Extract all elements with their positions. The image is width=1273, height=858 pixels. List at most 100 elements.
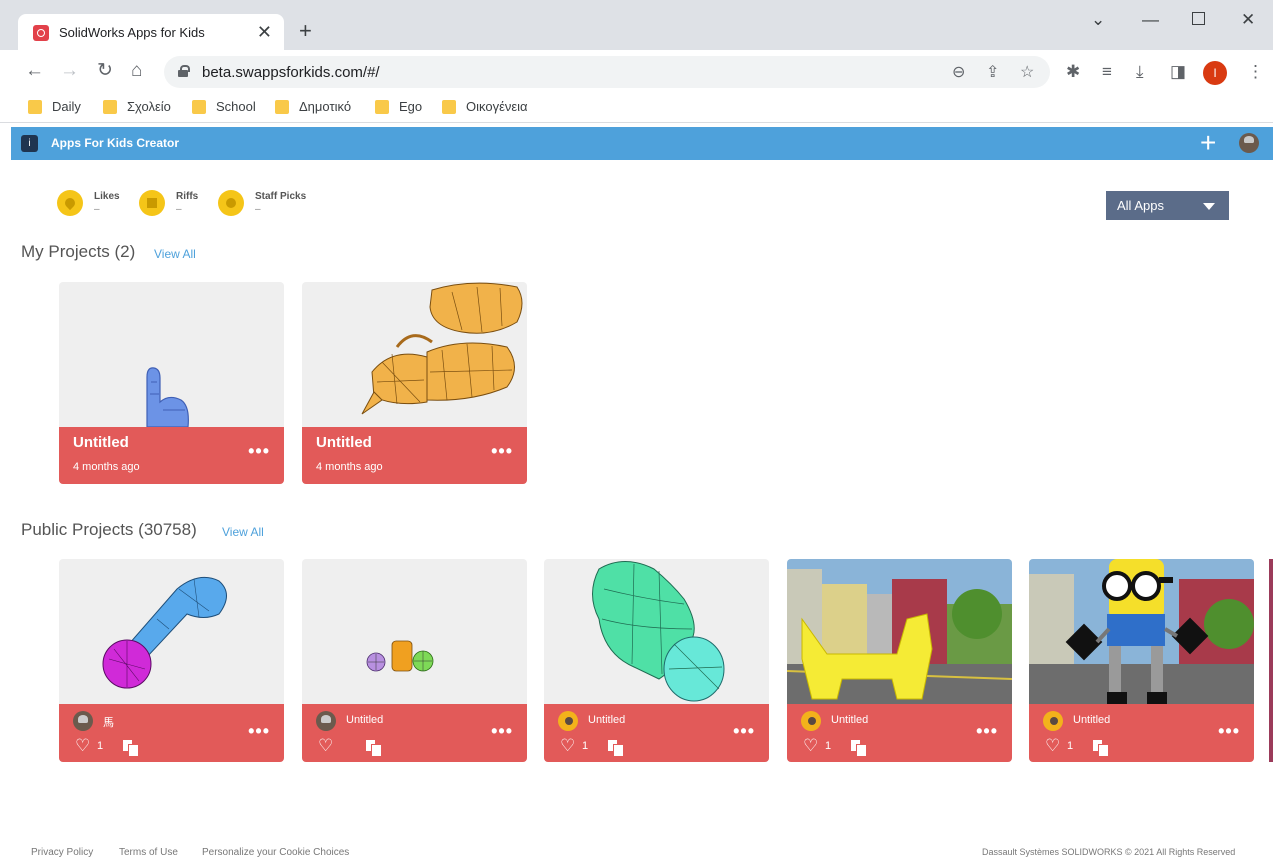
project-title[interactable]: 馬 — [103, 714, 114, 730]
cookie-choices-link[interactable]: Personalize your Cookie Choices — [202, 847, 349, 858]
my-project-card[interactable]: Untitled 4 months ago ••• — [302, 282, 527, 484]
privacy-policy-link[interactable]: Privacy Policy — [31, 847, 93, 858]
heart-icon[interactable]: ♡ — [1045, 737, 1060, 754]
heart-icon[interactable]: ♡ — [318, 737, 333, 754]
project-thumbnail — [59, 282, 284, 427]
tab-title: SolidWorks Apps for Kids — [59, 25, 205, 40]
bookmark-star-icon[interactable]: ☆ — [1020, 62, 1034, 82]
project-title[interactable]: Untitled — [73, 434, 129, 451]
zoom-icon[interactable]: ⊖ — [952, 62, 965, 82]
heart-icon[interactable]: ♡ — [75, 737, 90, 754]
folder-icon — [103, 99, 117, 114]
folder-icon — [375, 99, 389, 114]
forward-icon[interactable]: → — [60, 61, 79, 81]
tab-search-chevron-icon[interactable]: ⌄ — [1091, 10, 1105, 30]
card-footer: Untitled ♡ 1 ••• — [1029, 704, 1254, 762]
maximize-icon[interactable] — [1192, 12, 1205, 25]
browser-titlebar: SolidWorks Apps for Kids ✕ + ⌄ — ✕ — [0, 0, 1273, 50]
browser-tab[interactable]: SolidWorks Apps for Kids ✕ — [18, 14, 284, 50]
bookmark-folder[interactable]: Οικογένεια — [442, 99, 528, 114]
bookmark-folder[interactable]: Σχολείο — [103, 99, 171, 114]
copyright-text: Dassault Systèmes SOLIDWORKS © 2021 All … — [982, 847, 1236, 857]
new-tab-icon[interactable]: + — [299, 20, 312, 42]
public-project-card[interactable]: Untitled ♡ ••• — [302, 559, 527, 762]
author-avatar[interactable] — [1043, 711, 1063, 731]
public-projects-title: Public Projects (30758) — [21, 520, 197, 539]
project-thumbnail — [302, 559, 527, 704]
more-options-icon[interactable]: ••• — [733, 721, 755, 742]
app-filter-dropdown[interactable]: All Apps — [1106, 191, 1229, 220]
author-avatar[interactable] — [316, 711, 336, 731]
project-thumbnail — [544, 559, 769, 704]
bookmark-folder[interactable]: School — [192, 99, 256, 114]
more-options-icon[interactable]: ••• — [976, 721, 998, 742]
bookmark-folder[interactable]: Δημοτικό — [275, 99, 351, 114]
project-date: 4 months ago — [73, 461, 140, 473]
author-avatar[interactable] — [801, 711, 821, 731]
url-text: beta.swappsforkids.com/#/ — [202, 64, 380, 81]
my-project-card[interactable]: Untitled 4 months ago ••• — [59, 282, 284, 484]
reload-icon[interactable]: ↻ — [97, 61, 113, 81]
lock-icon — [178, 65, 190, 77]
author-avatar[interactable] — [558, 711, 578, 731]
public-project-card[interactable]: 馬 ♡ 1 ••• — [59, 559, 284, 762]
side-panel-icon[interactable]: ◨ — [1170, 62, 1186, 82]
more-options-icon[interactable]: ••• — [491, 441, 513, 462]
public-project-card[interactable]: Untitled ♡ 1 ••• — [544, 559, 769, 762]
window-close-icon[interactable]: ✕ — [1241, 10, 1255, 30]
riff-copy-icon[interactable] — [366, 740, 382, 756]
download-icon[interactable]: ⤓ — [1136, 62, 1144, 82]
folder-icon — [28, 99, 42, 114]
app-logo-icon[interactable]: i — [21, 135, 38, 152]
project-date: 4 months ago — [316, 461, 383, 473]
public-project-card[interactable]: Untitled ♡ 1 ••• — [787, 559, 1012, 762]
card-footer: Untitled 4 months ago ••• — [302, 427, 527, 484]
public-projects-view-all-link[interactable]: View All — [222, 525, 264, 539]
riff-copy-icon[interactable] — [123, 740, 139, 756]
minimize-icon[interactable]: — — [1142, 10, 1159, 30]
media-queue-icon[interactable]: ≡ — [1102, 62, 1112, 82]
more-options-icon[interactable]: ••• — [1218, 721, 1240, 742]
menu-kebab-icon[interactable]: ⋮ — [1247, 62, 1264, 82]
bookmarks-bar: Daily Σχολείο School Δημοτικό Ego Οικογέ… — [0, 94, 1273, 123]
card-footer: Untitled ♡ ••• — [302, 704, 527, 762]
more-options-icon[interactable]: ••• — [248, 721, 270, 742]
bookmark-folder[interactable]: Ego — [375, 99, 422, 114]
home-icon[interactable]: ⌂ — [131, 61, 142, 81]
author-avatar[interactable] — [73, 711, 93, 731]
more-options-icon[interactable]: ••• — [491, 721, 513, 742]
profile-avatar[interactable]: I — [1203, 61, 1227, 85]
folder-icon — [192, 99, 206, 114]
project-title[interactable]: Untitled — [831, 714, 868, 726]
heart-icon[interactable]: ♡ — [560, 737, 575, 754]
project-title[interactable]: Untitled — [1073, 714, 1110, 726]
riff-copy-icon — [139, 190, 165, 216]
terms-of-use-link[interactable]: Terms of Use — [119, 847, 178, 858]
project-title[interactable]: Untitled — [346, 714, 383, 726]
project-thumbnail — [59, 559, 284, 704]
create-project-plus-icon[interactable]: + — [1200, 128, 1216, 158]
riff-copy-icon[interactable] — [608, 740, 624, 756]
project-title[interactable]: Untitled — [316, 434, 372, 451]
project-thumbnail — [787, 559, 1012, 704]
address-bar[interactable]: beta.swappsforkids.com/#/ ⊖ ⇪ ☆ — [164, 56, 1050, 88]
more-options-icon[interactable]: ••• — [248, 441, 270, 462]
like-count: 1 — [582, 740, 589, 752]
tab-close-icon[interactable]: ✕ — [257, 22, 272, 43]
my-projects-view-all-link[interactable]: View All — [154, 247, 196, 261]
bookmark-folder[interactable]: Daily — [28, 99, 81, 114]
public-project-card[interactable]: Untitled ♡ 1 ••• — [1029, 559, 1254, 762]
user-avatar[interactable] — [1239, 133, 1259, 153]
extensions-icon[interactable]: ✱ — [1066, 62, 1080, 82]
heart-icon[interactable]: ♡ — [803, 737, 818, 754]
riff-copy-icon[interactable] — [1093, 740, 1109, 756]
share-icon[interactable]: ⇪ — [986, 62, 999, 82]
back-icon[interactable]: ← — [25, 61, 44, 81]
award-icon — [218, 190, 244, 216]
my-projects-title: My Projects (2) — [21, 242, 136, 261]
project-title[interactable]: Untitled — [588, 714, 625, 726]
app-title[interactable]: Apps For Kids Creator — [51, 136, 179, 150]
riff-copy-icon[interactable] — [851, 740, 867, 756]
like-count: 1 — [1067, 740, 1074, 752]
caret-down-icon — [1203, 203, 1215, 210]
